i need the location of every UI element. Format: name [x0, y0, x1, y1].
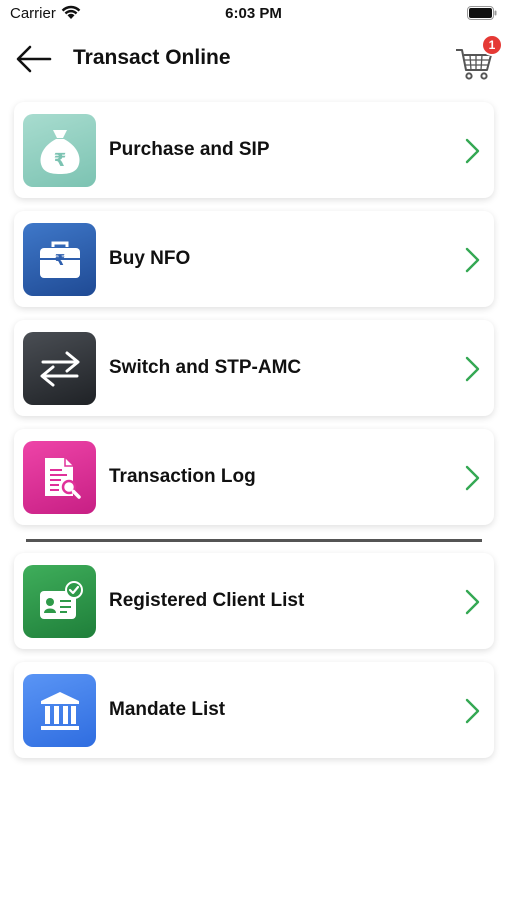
battery-icon	[467, 6, 497, 20]
chevron-right-icon	[465, 698, 480, 724]
briefcase-rupee-icon: ₹	[23, 223, 96, 296]
menu-item-transaction-log[interactable]: Transaction Log	[14, 429, 494, 525]
status-bar: Carrier 6:03 PM	[0, 0, 507, 30]
chevron-right-icon	[465, 589, 480, 615]
page-title: Transact Online	[73, 46, 231, 69]
menu-item-label: Purchase and SIP	[109, 139, 270, 160]
chevron-right-icon	[465, 356, 480, 382]
chevron-right-icon	[465, 138, 480, 164]
menu-item-label: Switch and STP-AMC	[109, 357, 302, 378]
id-card-check-icon	[23, 565, 96, 638]
section-divider	[26, 539, 482, 542]
menu-item-label: Registered Client List	[109, 590, 305, 611]
status-time: 6:03 PM	[225, 5, 282, 22]
menu-item-label: Transaction Log	[109, 466, 256, 487]
back-button[interactable]	[12, 40, 56, 78]
cart-button[interactable]: 1	[452, 34, 504, 82]
arrow-left-icon	[16, 45, 52, 73]
menu-item-label: Mandate List	[109, 699, 226, 720]
menu-item-purchase-and-sip[interactable]: ₹ Purchase and SIP	[14, 102, 494, 198]
money-bag-rupee-icon: ₹	[23, 114, 96, 187]
svg-text:₹: ₹	[53, 150, 66, 171]
document-search-icon	[23, 441, 96, 514]
menu-item-mandate-list[interactable]: Mandate List	[14, 662, 494, 758]
menu-item-label: Buy NFO	[109, 248, 191, 269]
svg-text:₹: ₹	[54, 251, 64, 269]
swap-arrows-icon	[23, 332, 96, 405]
cart-count-badge: 1	[481, 34, 503, 56]
menu-item-switch-and-stp-amc[interactable]: Switch and STP-AMC	[14, 320, 494, 416]
menu-item-registered-client-list[interactable]: Registered Client List	[14, 553, 494, 649]
menu-item-buy-nfo[interactable]: ₹ Buy NFO	[14, 211, 494, 307]
chevron-right-icon	[465, 465, 480, 491]
app-header: Transact Online 1	[0, 30, 507, 90]
chevron-right-icon	[465, 247, 480, 273]
bank-building-icon	[23, 674, 96, 747]
